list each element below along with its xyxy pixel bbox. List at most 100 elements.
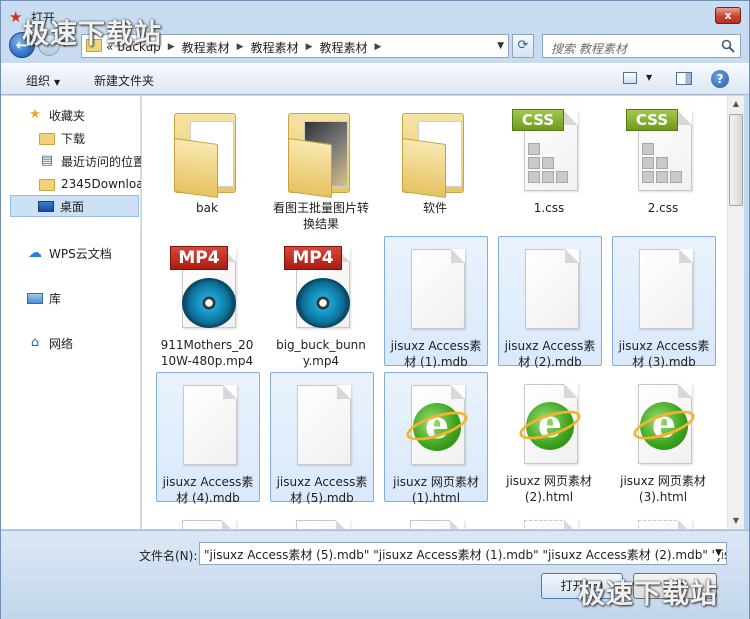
scrollbar-thumb[interactable] — [729, 114, 743, 206]
sidebar-item-label: WPS云文档 — [49, 246, 112, 261]
file-name: jisuxz 网页素材 (3).html — [620, 474, 706, 504]
file-name: jisuxz 网页素材 (1).html — [393, 475, 479, 505]
open-button[interactable]: 打开(O) — [541, 573, 623, 599]
chevron-down-icon: ▼ — [54, 78, 61, 87]
file-name: jisuxz Access素材 (3).mdb — [618, 339, 710, 369]
command-bar: 组织 ▼ 新建文件夹 ▼ ? — [1, 63, 749, 95]
file-name: jisuxz 网页素材 (2).html — [506, 474, 592, 504]
video-file-icon: MP4 — [168, 244, 248, 334]
file-item-partial[interactable] — [612, 508, 716, 529]
file-name: 看图王批量图片转换结果 — [272, 201, 369, 231]
file-name: jisuxz Access素材 (2).mdb — [504, 339, 596, 369]
address-dropdown-icon[interactable]: ▼ — [497, 41, 504, 51]
sidebar-item-recent[interactable]: ▤ 最近访问的位置 — [39, 150, 141, 172]
organize-menu-button[interactable]: 组织 ▼ — [26, 72, 60, 89]
file-item-mp4[interactable]: MP4 big_buck_bunny.mp4 — [270, 236, 374, 368]
chevron-right-icon[interactable]: ▶ — [375, 42, 382, 52]
file-item-partial[interactable] — [384, 508, 488, 529]
file-item-mdb[interactable]: jisuxz Access素材 (3).mdb — [612, 236, 716, 369]
sidebar-item-desktop[interactable]: 桌面 — [10, 195, 139, 217]
file-item-mdb[interactable]: jisuxz Access素材 (2).mdb — [498, 236, 602, 369]
ie-html-icon: e — [510, 380, 590, 470]
document-icon — [511, 245, 591, 335]
breadcrumb-item[interactable]: 教程素材 — [182, 39, 230, 56]
scroll-down-icon[interactable]: ▼ — [728, 513, 744, 529]
file-item-html[interactable]: e jisuxz 网页素材 (3).html — [612, 372, 716, 504]
file-item-folder[interactable]: 软件 — [384, 99, 488, 229]
sidebar-item-2345downloads[interactable]: 2345Downloads — [39, 173, 141, 195]
help-icon[interactable]: ? — [711, 70, 729, 88]
breadcrumb-item[interactable]: 教程素材 — [320, 39, 368, 56]
chevron-right-icon[interactable]: ▶ — [168, 42, 175, 52]
chevron-right-icon[interactable]: ▶ — [237, 42, 244, 52]
file-item-html[interactable]: e jisuxz 网页素材 (2).html — [498, 372, 602, 504]
dialog-footer: 文件名(N): "jisuxz Access素材 (5).mdb" "jisux… — [1, 530, 749, 619]
media-player-icon — [296, 278, 350, 328]
back-button[interactable]: ← — [9, 32, 35, 58]
file-item-css[interactable]: CSS 2.css — [612, 99, 716, 229]
refresh-button[interactable]: ⟳ — [512, 34, 534, 58]
search-input[interactable]: 搜索 教程素材 — [542, 34, 741, 58]
file-item-folder[interactable]: 看图王批量图片转换结果 — [270, 99, 374, 231]
address-bar[interactable]: « backup ▶ 教程素材 ▶ 教程素材 ▶ 教程素材 ▶ ▼ — [81, 34, 509, 58]
sidebar-item-label: 收藏夹 — [49, 108, 86, 123]
window-title: 打开 — [31, 11, 56, 25]
breadcrumb-item[interactable]: 教程素材 — [251, 39, 299, 56]
video-file-icon: MP4 — [282, 244, 362, 334]
search-icon[interactable] — [721, 39, 735, 53]
ie-html-icon: e — [624, 380, 704, 470]
file-item-partial[interactable] — [498, 508, 602, 529]
sidebar-item-label: 下载 — [61, 131, 86, 146]
document-icon — [625, 245, 705, 335]
file-item-mdb[interactable]: jisuxz Access素材 (1).mdb — [384, 236, 488, 369]
chevron-right-icon[interactable]: ▶ — [306, 42, 313, 52]
cancel-button[interactable]: 取消 — [633, 573, 717, 599]
css-file-icon: CSS — [624, 107, 704, 197]
breadcrumb-overflow[interactable]: « — [106, 40, 113, 54]
css-badge-icon: CSS — [626, 109, 678, 131]
sidebar-item-label: 最近访问的位置 — [61, 154, 141, 169]
file-item-css[interactable]: CSS 1.css — [498, 99, 602, 229]
media-player-icon — [182, 278, 236, 328]
folder-icon — [86, 39, 102, 52]
open-file-dialog: ★ 打开 x ← → ▼ « backup ▶ 教程素材 ▶ 教程素材 ▶ 教程… — [0, 0, 750, 619]
sidebar-item-label: 桌面 — [60, 199, 85, 214]
recent-pages-dropdown-icon[interactable]: ▼ — [61, 39, 68, 49]
library-icon — [27, 292, 43, 304]
close-button[interactable]: x — [715, 7, 741, 24]
document-icon — [283, 381, 363, 471]
file-name: bak — [196, 201, 218, 215]
file-name: jisuxz Access素材 (4).mdb — [162, 475, 254, 505]
file-item-mdb[interactable]: jisuxz Access素材 (4).mdb — [156, 372, 260, 505]
file-item-folder[interactable]: bak — [156, 99, 260, 229]
document-icon — [168, 516, 248, 529]
breadcrumb: « backup ▶ 教程素材 ▶ 教程素材 ▶ 教程素材 ▶ — [106, 39, 384, 55]
view-options-dropdown-icon[interactable]: ▼ — [646, 73, 652, 82]
search-placeholder: 搜索 教程素材 — [551, 42, 627, 56]
file-item-partial[interactable] — [156, 508, 260, 529]
folder-icon — [168, 107, 248, 199]
desktop-icon — [38, 200, 54, 212]
address-row: ← → ▼ « backup ▶ 教程素材 ▶ 教程素材 ▶ 教程素材 ▶ ▼ … — [1, 31, 749, 61]
document-icon — [397, 245, 477, 335]
chevron-down-icon[interactable]: ▼ — [715, 548, 722, 558]
preview-pane-icon[interactable] — [676, 72, 692, 85]
filename-value: "jisuxz Access素材 (5).mdb" "jisuxz Access… — [204, 548, 727, 562]
change-view-icon[interactable] — [623, 72, 637, 84]
css-badge-icon: CSS — [512, 109, 564, 131]
file-name: jisuxz Access素材 (5).mdb — [276, 475, 368, 505]
file-item-mp4[interactable]: MP4 911Mothers_2010W-480p.mp4 — [156, 236, 260, 368]
folder-icon — [39, 179, 55, 191]
file-item-mdb[interactable]: jisuxz Access素材 (5).mdb — [270, 372, 374, 505]
scroll-up-icon[interactable]: ▲ — [728, 96, 744, 112]
filename-input[interactable]: "jisuxz Access素材 (5).mdb" "jisuxz Access… — [199, 542, 727, 565]
navigation-pane: ★ 收藏夹 下载 ▤ 最近访问的位置 2345Downloads 桌面 ☁ WP… — [1, 96, 141, 529]
vertical-scrollbar[interactable]: ▲ ▼ — [727, 96, 744, 529]
breadcrumb-item[interactable]: backup — [117, 40, 160, 54]
file-item-html[interactable]: e jisuxz 网页素材 (1).html — [384, 372, 488, 505]
forward-button[interactable]: → — [38, 34, 60, 56]
new-folder-button[interactable]: 新建文件夹 — [94, 72, 154, 89]
file-name: big_buck_bunny.mp4 — [276, 338, 366, 368]
file-item-partial[interactable] — [270, 508, 374, 529]
mp4-badge-icon: MP4 — [284, 246, 342, 270]
